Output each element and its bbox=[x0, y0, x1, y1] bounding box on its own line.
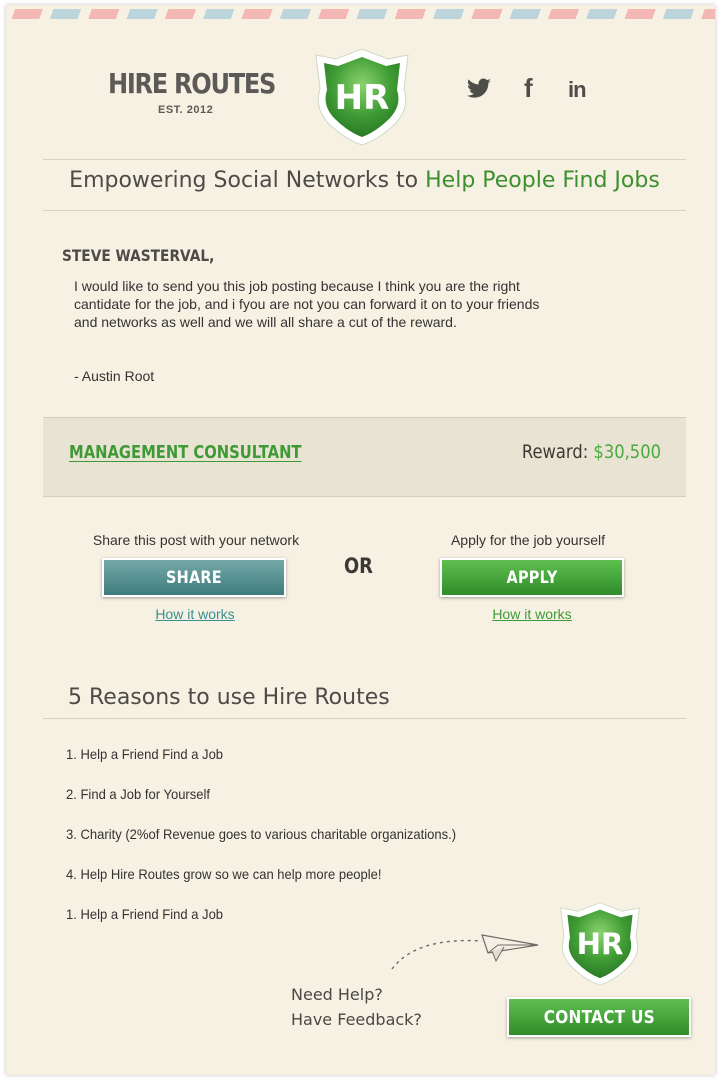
share-button-label: SHARE bbox=[166, 567, 222, 588]
brand-name: HIRE ROUTES bbox=[108, 67, 276, 100]
reason-item: 2. Find a Job for Yourself bbox=[66, 786, 211, 802]
reward-amount: $30,500 bbox=[593, 441, 661, 463]
hr-shield-logo[interactable]: HR bbox=[306, 45, 418, 147]
reward-label: Reward: bbox=[521, 441, 594, 463]
letter-body: I would like to send you this job postin… bbox=[74, 278, 540, 330]
recipient-name: STEVE WASTERVAL, bbox=[62, 246, 215, 265]
logo-text: HR bbox=[335, 78, 390, 118]
divider bbox=[43, 159, 686, 160]
job-title-link[interactable]: MANAGEMENT CONSULTANT bbox=[69, 442, 301, 463]
or-label: OR bbox=[344, 554, 373, 578]
apply-how-it-works-link[interactable]: How it works bbox=[442, 606, 622, 622]
email-card: HIRE ROUTES EST. 2012 HR f in Empowering… bbox=[6, 5, 715, 1075]
contact-us-label: CONTACT US bbox=[543, 1006, 655, 1028]
paper-plane-icon bbox=[391, 934, 539, 970]
apply-button-label: APPLY bbox=[506, 567, 558, 588]
help-line-1: Need Help? bbox=[291, 985, 383, 1004]
airmail-border bbox=[6, 9, 715, 19]
reason-item: 1. Help a Friend Find a Job bbox=[66, 746, 224, 762]
reward: Reward: $30,500 bbox=[502, 441, 661, 463]
reason-item: 4. Help Hire Routes grow so we can help … bbox=[66, 866, 382, 882]
help-line-2: Have Feedback? bbox=[291, 1010, 422, 1029]
reason-item: 1. Help a Friend Find a Job bbox=[66, 906, 224, 922]
twitter-icon[interactable] bbox=[466, 77, 492, 101]
small-logo-text: HR bbox=[577, 927, 624, 961]
brand-est: EST. 2012 bbox=[158, 104, 214, 116]
help-text: Need Help? Have Feedback? bbox=[291, 982, 422, 1032]
divider bbox=[43, 718, 686, 719]
tagline-lead: Empowering Social Networks to bbox=[69, 168, 426, 193]
apply-caption: Apply for the job yourself bbox=[450, 532, 606, 548]
hr-shield-logo-small: HR bbox=[560, 902, 640, 986]
tagline: Empowering Social Networks to Help Peopl… bbox=[43, 168, 686, 193]
reasons-title: 5 Reasons to use Hire Routes bbox=[68, 685, 390, 710]
linkedin-icon[interactable]: in bbox=[568, 77, 587, 103]
divider bbox=[43, 210, 686, 211]
share-how-it-works-link[interactable]: How it works bbox=[105, 606, 285, 622]
facebook-icon[interactable]: f bbox=[524, 73, 533, 104]
share-caption: Share this post with your network bbox=[92, 532, 300, 548]
letter-signature: - Austin Root bbox=[74, 368, 155, 384]
apply-button[interactable]: APPLY bbox=[440, 558, 624, 597]
reason-item: 3. Charity (2%of Revenue goes to various… bbox=[66, 826, 457, 842]
share-button[interactable]: SHARE bbox=[102, 558, 286, 597]
tagline-highlight: Help People Find Jobs bbox=[425, 168, 660, 193]
contact-us-button[interactable]: CONTACT US bbox=[507, 997, 691, 1037]
